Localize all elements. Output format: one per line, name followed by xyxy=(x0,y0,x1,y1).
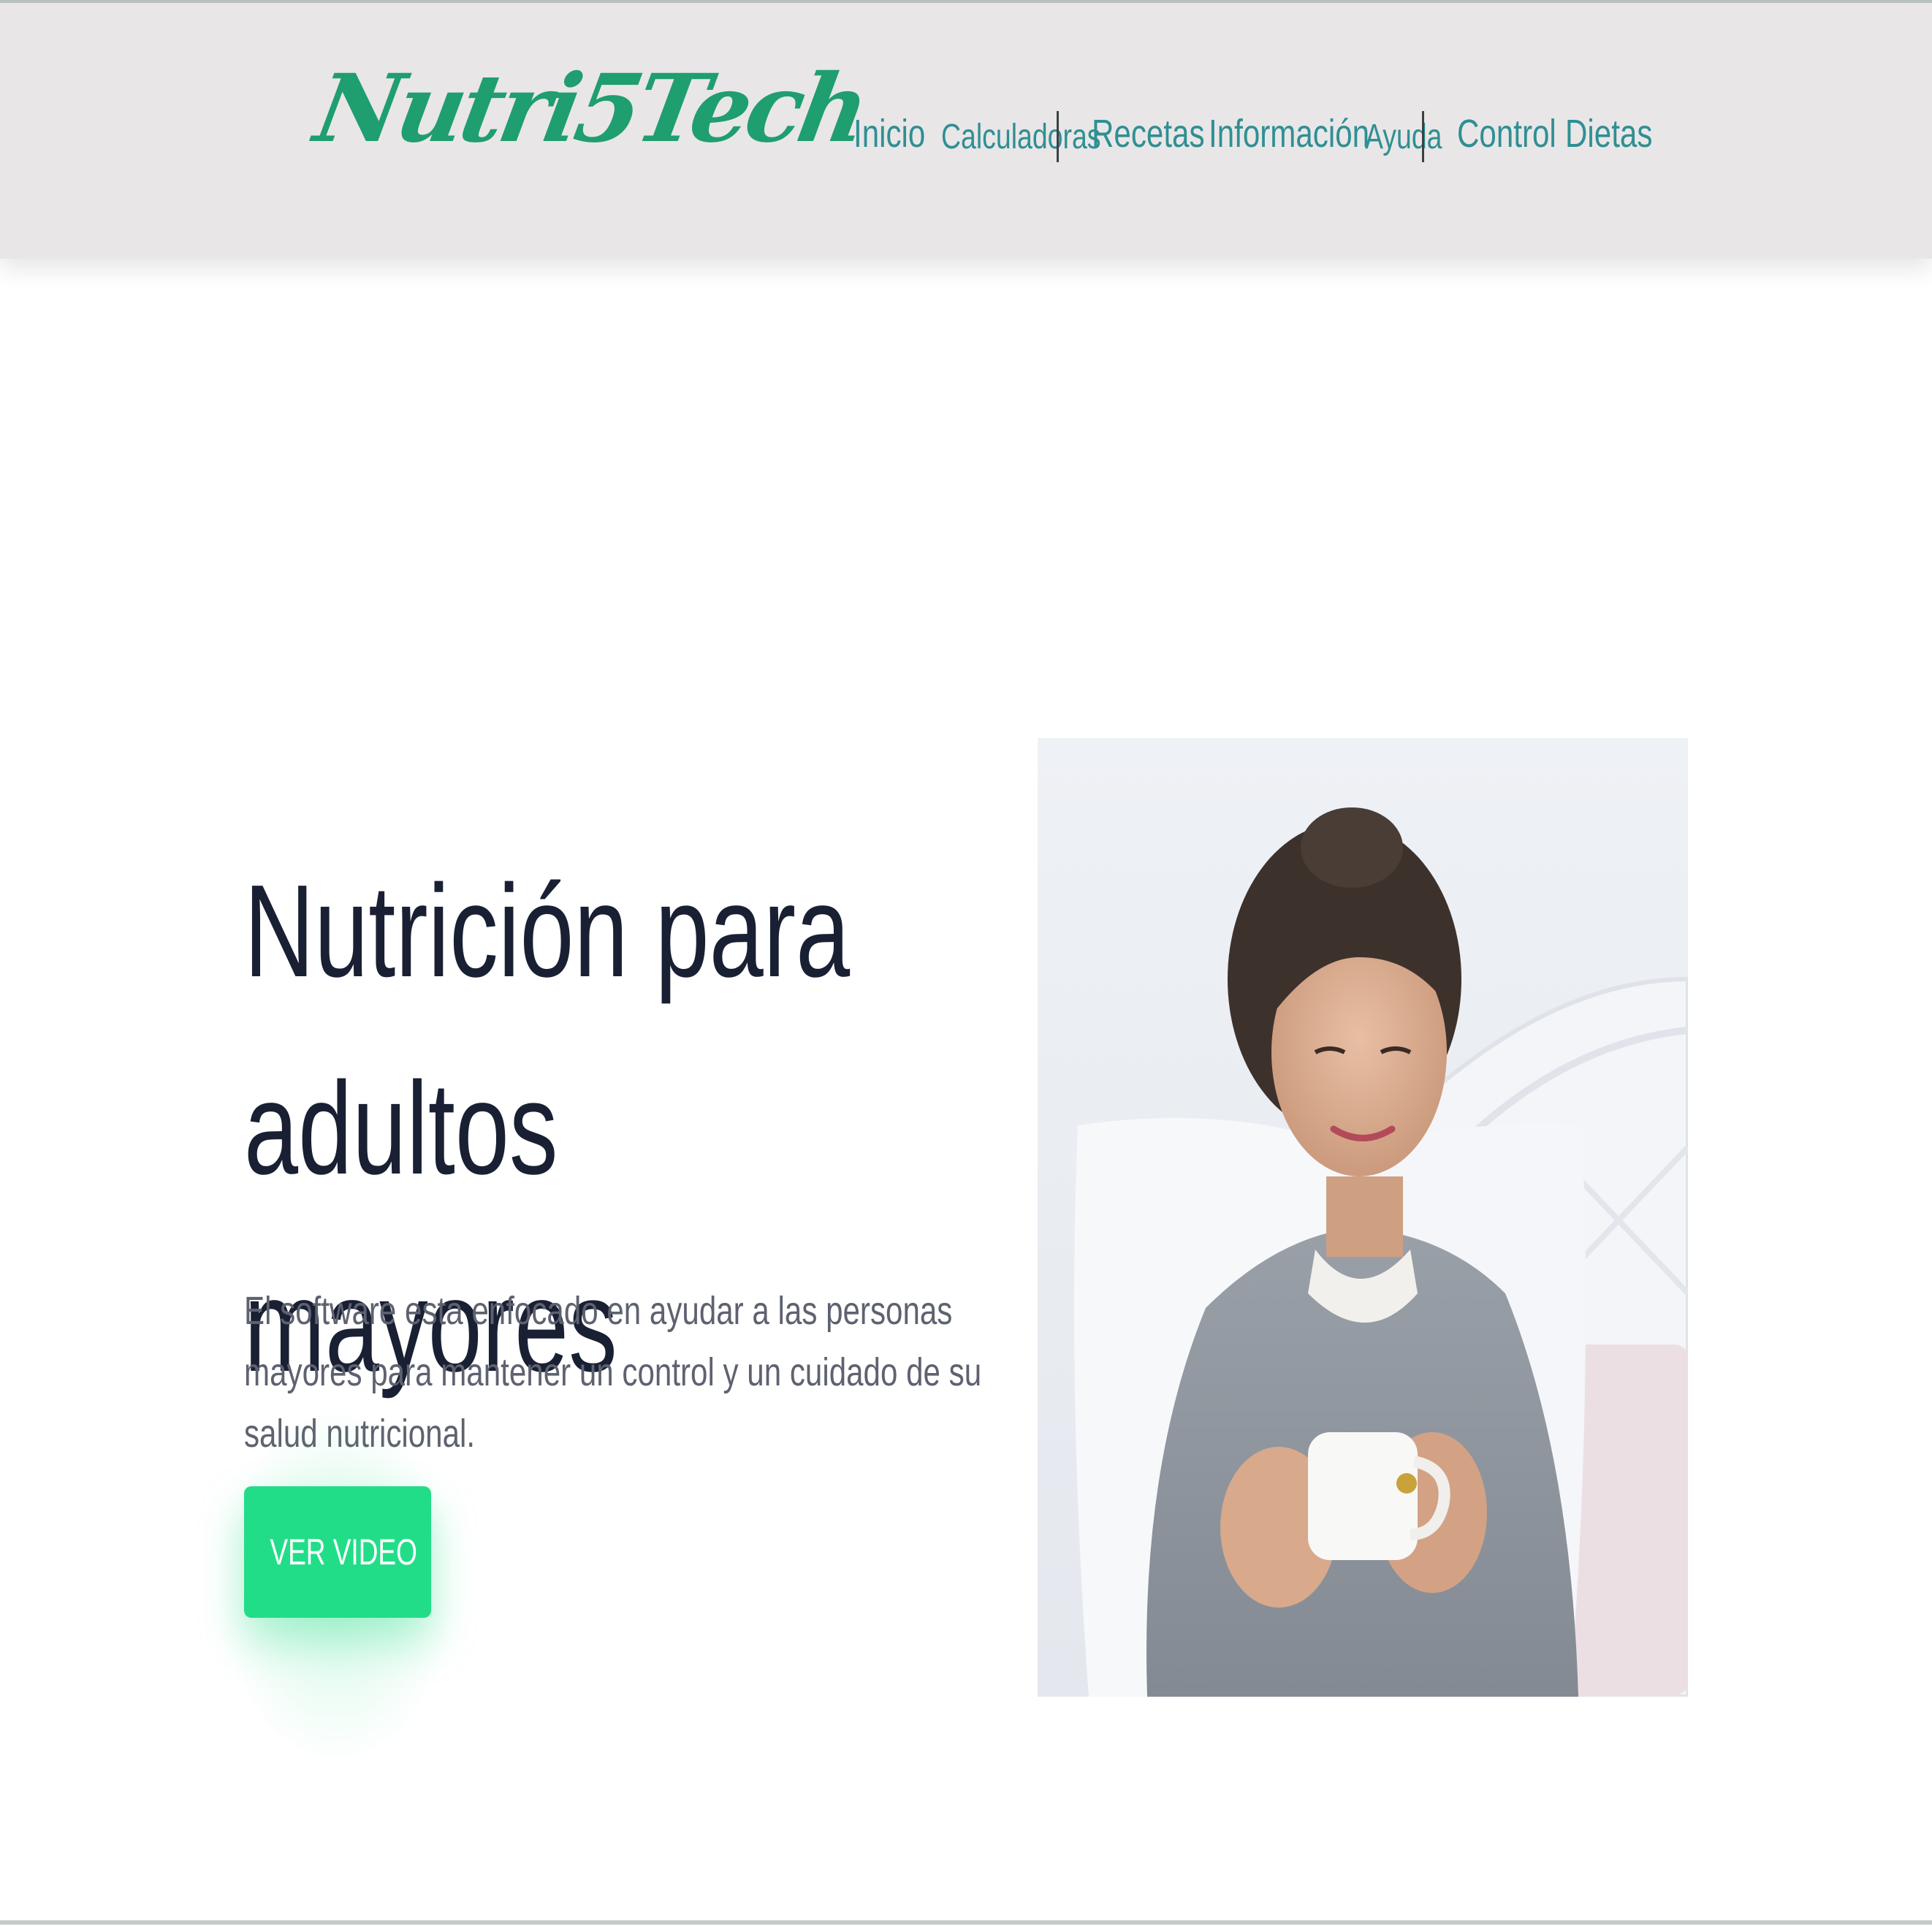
site-header: Nutri5Tech Inicio Calculadoras Recetas I… xyxy=(0,3,1932,259)
nav-dropdown-separator xyxy=(1057,111,1059,162)
ver-video-button[interactable]: VER VIDEO xyxy=(244,1486,431,1618)
elderly-woman-photo xyxy=(1038,738,1688,1697)
page: Nutri5Tech Inicio Calculadoras Recetas I… xyxy=(0,0,1932,1932)
nav-item-inicio[interactable]: Inicio xyxy=(853,111,925,156)
nav-dropdown-separator xyxy=(1422,111,1424,162)
nav-item-recetas[interactable]: Recetas xyxy=(1092,111,1205,156)
hero-title-line1: Nutrición para adultos xyxy=(244,858,851,1202)
ver-video-label: VER VIDEO xyxy=(270,1532,417,1572)
nav-item-informacion[interactable]: Información xyxy=(1209,111,1369,156)
hero-image xyxy=(1038,738,1688,1697)
nav-item-calculadoras[interactable]: Calculadoras xyxy=(941,117,1101,157)
nav-item-control[interactable]: Control xyxy=(1457,111,1556,156)
bottom-divider xyxy=(0,1920,1932,1925)
nav-item-ayuda[interactable]: Ayuda xyxy=(1365,117,1442,157)
main-nav: Inicio Calculadoras Recetas Información … xyxy=(0,111,1932,162)
nav-item-dietas[interactable]: Dietas xyxy=(1565,111,1652,156)
